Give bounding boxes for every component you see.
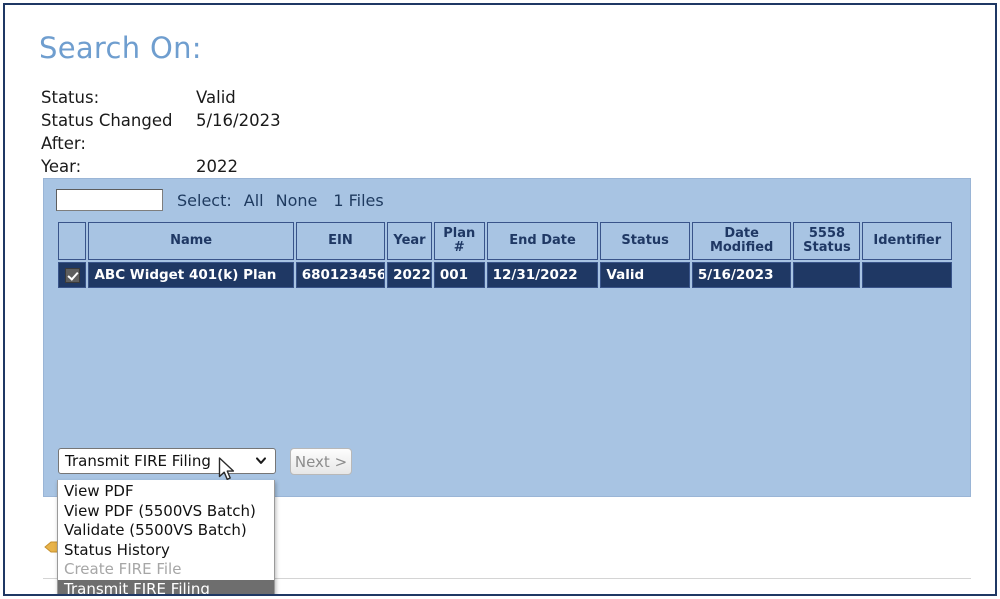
criteria-row-status: Status: Valid xyxy=(41,86,281,109)
column-header-name[interactable]: Name xyxy=(88,222,294,260)
chevron-down-icon xyxy=(256,457,266,464)
cell-name: ABC Widget 401(k) Plan xyxy=(88,262,294,288)
dropdown-option-status-history[interactable]: Status History xyxy=(58,541,274,561)
row-checkbox-cell[interactable] xyxy=(58,262,87,288)
file-count-label: 1 Files xyxy=(333,190,384,210)
results-toolbar: Select: All None 1 Files xyxy=(56,189,384,211)
next-button[interactable]: Next > xyxy=(290,448,352,475)
column-header-year[interactable]: Year xyxy=(387,222,432,260)
dropdown-option-transmit-fire-filing[interactable]: Transmit FIRE Filing xyxy=(58,579,274,594)
column-header-status[interactable]: Status xyxy=(600,222,690,260)
criteria-row-status-changed: Status Changed 5/16/2023 xyxy=(41,109,281,132)
cell-year: 2022 xyxy=(387,262,432,288)
action-select[interactable]: Transmit FIRE Filing xyxy=(58,448,276,474)
dropdown-option-validate-5500vs-batch[interactable]: Validate (5500VS Batch) xyxy=(58,521,274,541)
criteria-value-status-changed: 5/16/2023 xyxy=(196,111,281,130)
select-label: Select: xyxy=(177,190,232,210)
page-title: Search On: xyxy=(39,31,202,65)
cell-plan-number: 001 xyxy=(433,262,485,288)
cell-date-modified: 5/16/2023 xyxy=(691,262,792,288)
table-row[interactable]: ABC Widget 401(k) Plan 680123456 2022 00… xyxy=(58,262,952,288)
dropdown-option-create-fire-file: Create FIRE File xyxy=(64,560,182,578)
dropdown-option-view-pdf-5500vs-batch[interactable]: View PDF (5500VS Batch) xyxy=(58,502,274,522)
criteria-value-year: 2022 xyxy=(196,157,238,176)
column-header-checkbox[interactable] xyxy=(58,222,87,260)
select-all-link[interactable]: All xyxy=(244,191,264,210)
cell-status: Valid xyxy=(600,262,690,288)
results-panel: Select: All None 1 Files Name EIN Year P… xyxy=(43,178,971,497)
criteria-label-status-changed-cont: After: xyxy=(41,132,281,155)
column-header-end-date[interactable]: End Date xyxy=(486,222,599,260)
table-header-row: Name EIN Year Plan # End Date Status Dat… xyxy=(58,222,952,260)
cell-identifier xyxy=(862,262,952,288)
criteria-label-after: After: xyxy=(41,134,86,153)
column-header-ein[interactable]: EIN xyxy=(295,222,386,260)
criteria-row-year: Year: 2022 xyxy=(41,155,281,178)
column-header-identifier[interactable]: Identifier xyxy=(862,222,952,260)
dropdown-option-view-pdf[interactable]: View PDF xyxy=(58,482,274,502)
application-window: Search On: Status: Valid Status Changed … xyxy=(3,3,997,596)
files-table: Name EIN Year Plan # End Date Status Dat… xyxy=(56,220,954,290)
criteria-label-status: Status: xyxy=(41,88,100,107)
cell-end-date: 12/31/2022 xyxy=(486,262,599,288)
column-header-date-modified[interactable]: Date Modified xyxy=(691,222,792,260)
action-select-value: Transmit FIRE Filing xyxy=(65,452,211,470)
column-header-plan-number[interactable]: Plan # xyxy=(433,222,485,260)
select-none-link[interactable]: None xyxy=(276,191,318,210)
filter-input[interactable] xyxy=(56,189,163,211)
criteria-label-year: Year: xyxy=(41,157,82,176)
row-select-checkbox[interactable] xyxy=(64,267,80,283)
cell-ein: 680123456 xyxy=(295,262,386,288)
action-dropdown-list[interactable]: View PDF View PDF (5500VS Batch) Validat… xyxy=(57,480,275,594)
action-bar: Transmit FIRE Filing Next > xyxy=(58,448,352,475)
criteria-value-status: Valid xyxy=(196,88,236,107)
cell-5558-status xyxy=(793,262,861,288)
column-header-5558-status[interactable]: 5558 Status xyxy=(793,222,861,260)
criteria-label-status-changed: Status Changed xyxy=(41,111,173,130)
search-criteria-list: Status: Valid Status Changed 5/16/2023 A… xyxy=(41,86,281,178)
